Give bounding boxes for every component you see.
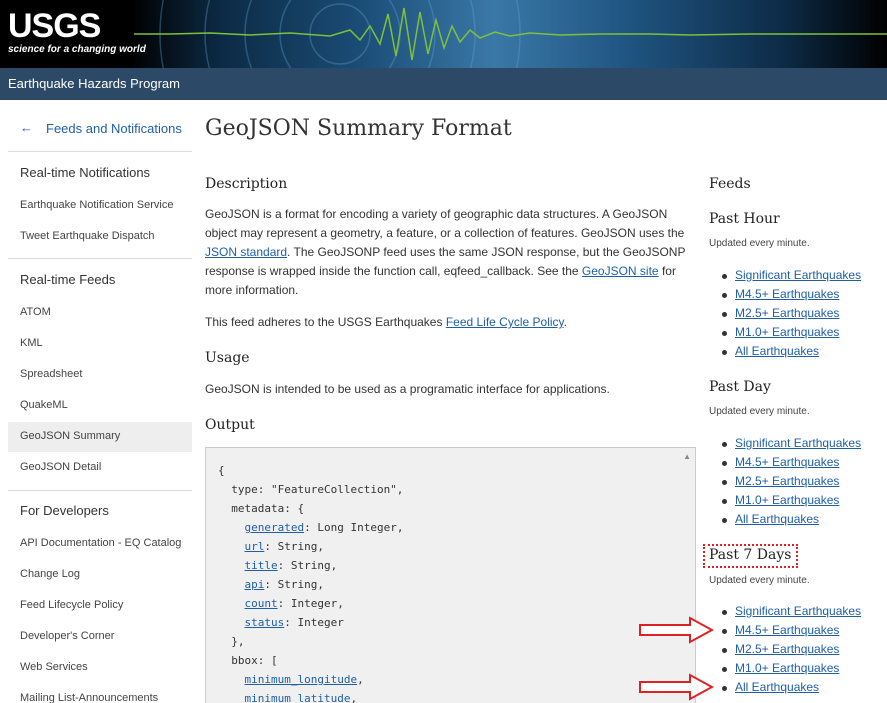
sidebar-item-web-services[interactable]: Web Services — [8, 653, 192, 683]
usgs-banner: USGS science for a changing world — [0, 0, 887, 68]
geojson-site-link[interactable]: GeoJSON site — [582, 264, 659, 278]
past-day-note: Updated every minute. — [709, 406, 810, 417]
back-link[interactable]: ← Feeds and Notifications — [8, 118, 192, 142]
usage-heading: Usage — [205, 350, 250, 366]
description-heading: Description — [205, 176, 288, 192]
section-title: Real-time Feeds — [20, 272, 116, 287]
code-link-status[interactable]: status — [245, 616, 285, 629]
section-title: Real-time Notifications — [20, 165, 151, 180]
code-link-title[interactable]: title — [245, 559, 278, 572]
sidebar-item-notification-service[interactable]: Earthquake Notification Service — [8, 191, 192, 221]
policy-text: This feed adheres to the USGS Earthquake… — [205, 315, 567, 329]
sidebar-item-feed-lifecycle[interactable]: Feed Lifecycle Policy — [8, 591, 192, 621]
code-link-api[interactable]: api — [245, 578, 265, 591]
past-hour-heading: Past Hour — [709, 211, 780, 227]
arrow-right-icon — [639, 673, 714, 701]
sidebar-item-spreadsheet[interactable]: Spreadsheet — [8, 360, 192, 390]
output-heading: Output — [205, 417, 255, 433]
sidebar-item-mailing-list[interactable]: Mailing List-Announcements — [8, 684, 192, 703]
program-bar[interactable]: Earthquake Hazards Program — [0, 68, 887, 100]
usgs-logo[interactable]: USGS science for a changing world — [0, 0, 146, 68]
sidebar-item-quakeml[interactable]: QuakeML — [8, 391, 192, 421]
sidebar-item-tweet-dispatch[interactable]: Tweet Earthquake Dispatch — [8, 222, 192, 252]
json-standard-link[interactable]: JSON standard — [205, 245, 287, 259]
code-link-min-latitude[interactable]: minimum_latitude — [245, 692, 351, 703]
back-link-label: Feeds and Notifications — [46, 121, 182, 136]
feeds-heading: Feeds — [709, 176, 751, 192]
usgs-logo-text: USGS — [8, 7, 101, 45]
code-link-min-longitude[interactable]: minimum_longitude — [245, 673, 358, 686]
code-content: { type: "FeatureCollection", metadata: {… — [218, 464, 404, 703]
arrow-left-icon: ← — [20, 120, 33, 135]
code-link-url[interactable]: url — [245, 540, 265, 553]
past-7-days-note: Updated every minute. — [709, 575, 810, 586]
sidebar-item-kml[interactable]: KML — [8, 329, 192, 359]
sidebar-item-change-log[interactable]: Change Log — [8, 560, 192, 590]
section-title: For Developers — [20, 503, 109, 518]
description-text: GeoJSON is a format for encoding a varie… — [205, 207, 686, 297]
output-code-block[interactable]: ▲ { type: "FeatureCollection", metadata:… — [205, 447, 696, 703]
sidebar-item-geojson-detail[interactable]: GeoJSON Detail — [8, 453, 192, 483]
feed-lifecycle-policy-link[interactable]: Feed Life Cycle Policy — [446, 315, 564, 329]
program-title[interactable]: Earthquake Hazards Program — [8, 76, 180, 91]
sidebar-item-geojson-summary[interactable]: GeoJSON Summary — [8, 422, 192, 452]
scroll-up-icon[interactable]: ▲ — [683, 452, 691, 461]
past-day-heading: Past Day — [709, 379, 771, 395]
page-title: GeoJSON Summary Format — [205, 116, 512, 141]
seismogram-graphic — [130, 0, 887, 68]
divider — [8, 258, 192, 259]
arrow-right-icon — [639, 616, 714, 644]
usgs-tagline: science for a changing world — [8, 44, 146, 55]
past-hour-note: Updated every minute. — [709, 238, 810, 249]
code-link-generated[interactable]: generated — [245, 521, 305, 534]
past-7-days-heading: Past 7 Days — [709, 547, 792, 563]
sidebar-item-atom[interactable]: ATOM — [8, 298, 192, 328]
usage-text: GeoJSON is intended to be used as a prog… — [205, 382, 610, 396]
sidebar-item-api-docs[interactable]: API Documentation - EQ Catalog — [8, 529, 192, 559]
sidebar-item-developers-corner[interactable]: Developer's Corner — [8, 622, 192, 652]
code-link-count[interactable]: count — [245, 597, 278, 610]
divider — [8, 151, 192, 152]
divider — [8, 490, 192, 491]
